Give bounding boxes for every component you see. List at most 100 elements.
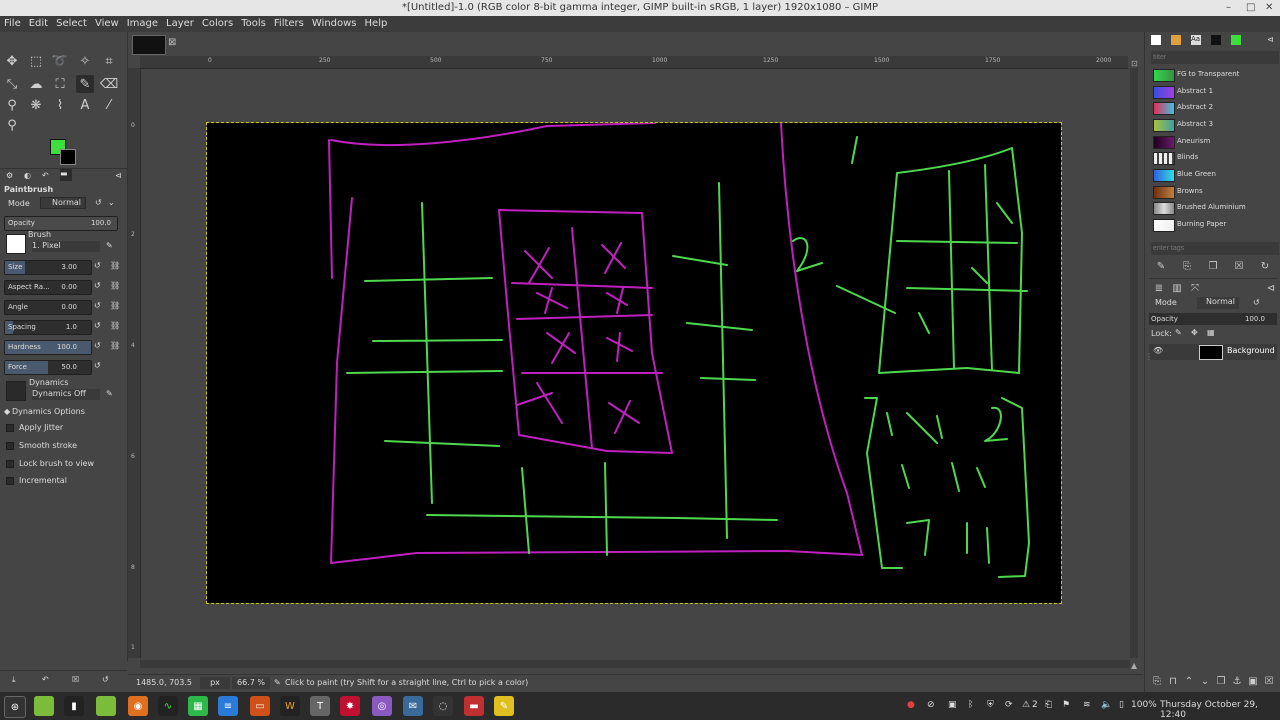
- volume-icon[interactable]: 🔈: [1101, 700, 1112, 710]
- reset-options-icon[interactable]: ↺: [102, 675, 109, 684]
- color-picker-icon[interactable]: ⁄: [100, 96, 118, 114]
- new-gradient-icon[interactable]: ⎘: [1181, 260, 1193, 272]
- reset-spacing-icon[interactable]: ↺: [94, 321, 101, 330]
- gradient-item[interactable]: Blue Green: [1153, 167, 1269, 182]
- layers-menu-icon[interactable]: ⊲: [1265, 282, 1277, 294]
- mode-select[interactable]: Normal: [40, 197, 86, 209]
- delete-gradient-icon[interactable]: ☒: [1233, 260, 1245, 272]
- fuzzy-select-icon[interactable]: ✧: [76, 52, 94, 70]
- reset-hardness-icon[interactable]: ↺: [94, 341, 101, 350]
- reset-force-icon[interactable]: ↺: [94, 361, 101, 370]
- edit-dynamics-icon[interactable]: ✎: [106, 389, 113, 398]
- eye-icon[interactable]: 👁: [1153, 346, 1163, 355]
- new-layer-icon[interactable]: ⎘: [1151, 675, 1163, 687]
- shield-icon[interactable]: ⛨: [987, 700, 994, 710]
- eraser-icon[interactable]: ⌫: [100, 75, 118, 93]
- warp-icon[interactable]: ☁: [27, 75, 45, 93]
- force-slider[interactable]: Force 50.0: [4, 360, 92, 375]
- mode-dropdown-icon[interactable]: ⌄: [108, 198, 115, 207]
- menu-view[interactable]: View: [91, 16, 123, 32]
- gradient-item[interactable]: Abstract 1: [1153, 84, 1269, 99]
- gradient-item[interactable]: Burning Paper: [1153, 217, 1269, 232]
- wps-icon[interactable]: W: [280, 696, 300, 716]
- lock-alpha-icon[interactable]: ▦: [1207, 328, 1215, 337]
- incremental-checkbox[interactable]: [6, 477, 14, 485]
- tab-menu-icon[interactable]: ⊲: [115, 171, 122, 180]
- clock[interactable]: Thursday October 29, 12:40: [1160, 700, 1280, 720]
- bucket-fill-icon[interactable]: ⛶: [51, 75, 69, 93]
- bluetooth-icon[interactable]: ᛒ: [968, 700, 973, 710]
- size-slider[interactable]: Size 3.00: [4, 260, 92, 275]
- menu-help[interactable]: Help: [361, 16, 392, 32]
- gradient-item[interactable]: Browns: [1153, 184, 1269, 199]
- gradient-filter-input[interactable]: [1151, 51, 1279, 64]
- smooth-stroke-checkbox[interactable]: [6, 442, 14, 450]
- rect-select-icon[interactable]: ⬚: [27, 52, 45, 70]
- delete-layer-icon[interactable]: ☒: [1263, 675, 1275, 687]
- undo-history-tab-icon[interactable]: ↶: [42, 171, 49, 180]
- lock-brush-checkbox[interactable]: [6, 460, 14, 468]
- vertical-ruler[interactable]: 0 2 4 6 8 1: [128, 68, 141, 658]
- brush-preview[interactable]: [6, 234, 26, 254]
- unit-select[interactable]: px: [200, 677, 230, 689]
- menu-launcher-icon[interactable]: ⊛: [4, 696, 26, 718]
- gradient-item[interactable]: Blinds: [1153, 150, 1269, 165]
- terminal-icon[interactable]: ▮: [64, 696, 84, 716]
- menu-select[interactable]: Select: [52, 16, 91, 32]
- menu-image[interactable]: Image: [123, 16, 162, 32]
- menu-colors[interactable]: Colors: [198, 16, 237, 32]
- horizontal-ruler[interactable]: 0 250 500 750 1000 1250 1500 1750 2000: [140, 56, 1128, 69]
- menu-file[interactable]: File: [0, 16, 25, 32]
- opacity-slider[interactable]: Opacity 100.0: [4, 216, 118, 231]
- battery-icon[interactable]: ▯: [1119, 700, 1124, 710]
- raise-layer-icon[interactable]: ⌃: [1183, 675, 1195, 687]
- close-button[interactable]: ✕: [1265, 0, 1273, 16]
- duplicate-layer-icon[interactable]: ❐: [1215, 675, 1227, 687]
- close-tab-icon[interactable]: ⊠: [168, 37, 176, 48]
- lasso-icon[interactable]: ➰: [51, 52, 69, 70]
- recording-icon[interactable]: ●: [907, 700, 915, 710]
- zoom-icon[interactable]: ⚲: [3, 116, 21, 134]
- reset-angle-icon[interactable]: ↺: [94, 301, 101, 310]
- dynamics-preview-icon[interactable]: [6, 381, 26, 401]
- lower-layer-icon[interactable]: ⌄: [1199, 675, 1211, 687]
- quick-mask-icon[interactable]: ⊡: [1131, 59, 1138, 68]
- path-icon[interactable]: ⌇: [51, 96, 69, 114]
- reset-mode-icon[interactable]: ↺: [95, 198, 102, 207]
- layer-mode-reset-icon[interactable]: ↺: [1253, 298, 1260, 307]
- files-icon[interactable]: [34, 696, 54, 716]
- reset-size-icon[interactable]: ↺: [94, 261, 101, 270]
- images-tab-icon[interactable]: ▬: [60, 169, 72, 181]
- edit-brush-icon[interactable]: ✎: [106, 241, 113, 250]
- updates-badge-icon[interactable]: ⚠: [1022, 700, 1030, 710]
- aspect-ratio-slider[interactable]: Aspect Ra... 0.00: [4, 280, 92, 295]
- monitor-icon[interactable]: ∿: [158, 696, 178, 716]
- mendeley-icon[interactable]: ✸: [340, 696, 360, 716]
- menu-tools[interactable]: Tools: [237, 16, 270, 32]
- obs-icon[interactable]: ◎: [372, 696, 392, 716]
- anchor-layer-icon[interactable]: ⚓: [1231, 675, 1243, 687]
- gradient-item[interactable]: Abstract 2: [1153, 100, 1269, 115]
- vertical-scrollbar[interactable]: [1130, 68, 1138, 658]
- transform-icon[interactable]: ⤡: [3, 75, 21, 93]
- hardness-slider[interactable]: Hardness 100.0: [4, 340, 92, 355]
- zoom-select[interactable]: 66.7 %: [232, 677, 270, 689]
- wifi-icon[interactable]: ≋: [1083, 700, 1091, 710]
- patterns-tab-icon[interactable]: [1211, 35, 1221, 45]
- channels-tab-icon[interactable]: ▥: [1171, 282, 1183, 294]
- background-color-swatch[interactable]: [60, 149, 76, 165]
- edit-gradient-icon[interactable]: ✎: [1155, 260, 1167, 272]
- dynamics-options-expander[interactable]: Dynamics Options: [12, 407, 85, 416]
- vpn-icon[interactable]: ⊘: [927, 700, 935, 710]
- gradient-item[interactable]: Aneurism: [1153, 134, 1269, 149]
- drawing-canvas[interactable]: [206, 122, 1062, 604]
- layer-mode-select[interactable]: Normal: [1197, 297, 1239, 309]
- fonts-tab-icon[interactable]: Aa: [1191, 35, 1201, 45]
- smudge-icon[interactable]: ❋: [27, 96, 45, 114]
- spacing-slider[interactable]: Spacing 1.0: [4, 320, 92, 335]
- chrome-icon[interactable]: ◌: [433, 696, 453, 716]
- link-size-icon[interactable]: ⛓: [110, 261, 120, 270]
- dynamics-select[interactable]: Dynamics Off: [32, 389, 100, 400]
- maximize-button[interactable]: □: [1246, 0, 1255, 16]
- paintbrush-icon[interactable]: ✎: [76, 75, 94, 93]
